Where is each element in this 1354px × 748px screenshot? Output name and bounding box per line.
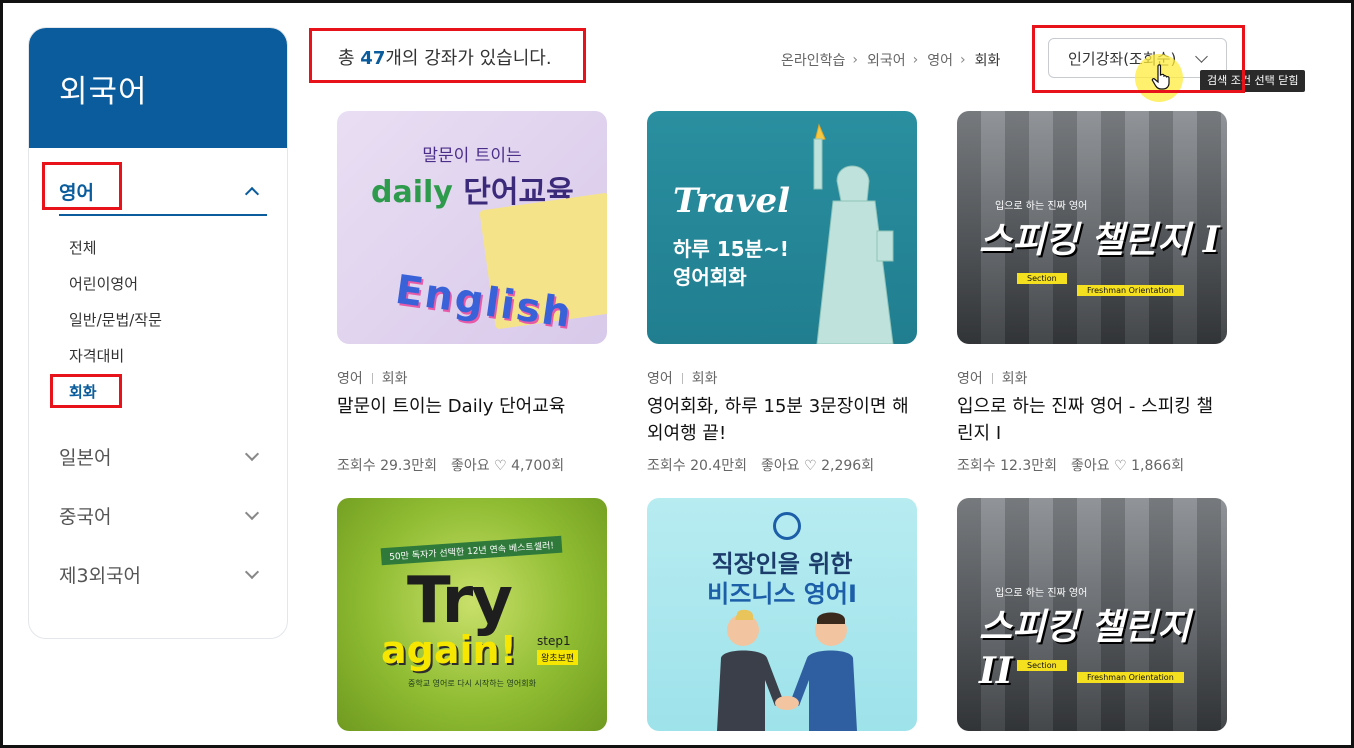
course-title[interactable]: 입으로 하는 진짜 영어 - 스피킹 챌린지 I [957, 393, 1227, 447]
course-thumbnail[interactable]: 50만 독자가 선택한 12년 연속 베스트셀러! Try again! ste… [337, 498, 607, 731]
chevron-right-icon: › [912, 52, 919, 68]
category-third-language-label: 제3외국어 [59, 565, 142, 587]
course-title[interactable]: 말문이 트이는 Daily 단어교육 [337, 393, 607, 447]
view-count: 조회수 20.4만회 [647, 458, 748, 474]
course-count-number: 47 [360, 48, 386, 69]
course-category: 영어 회화 [647, 371, 718, 387]
like-count: 좋아요 ♡ 4,700회 [451, 458, 565, 474]
course-card[interactable]: Travel 하루 15분~! 영어회화 영어 회화 영어회화, 하루 15분 3… [647, 111, 917, 475]
subcategory-kids[interactable]: 어린이영어 [69, 270, 269, 306]
course-category: 영어 회화 [957, 371, 1028, 387]
breadcrumb-item[interactable]: 영어 [927, 50, 953, 70]
course-category: 영어 회화 [337, 371, 408, 387]
course-count: 총 47개의 강좌가 있습니다. [338, 48, 552, 69]
subcategory-conversation[interactable]: 회화 [69, 378, 269, 414]
subcategory-all[interactable]: 전체 [69, 234, 269, 270]
subcategory-certification[interactable]: 자격대비 [69, 342, 269, 378]
globe-icon [773, 512, 801, 540]
course-card[interactable]: 50만 독자가 선택한 12년 연속 베스트셀러! Try again! ste… [337, 498, 607, 731]
course-card[interactable]: 입으로 하는 진짜 영어 스피킹 챌린지 II Section Freshman… [957, 498, 1227, 731]
chevron-down-icon [1195, 50, 1208, 63]
other-category-list: 일본어 중국어 제3외국어 [59, 427, 267, 604]
course-thumbnail[interactable]: 입으로 하는 진짜 영어 스피킹 챌린지 I Section Freshman … [957, 111, 1227, 344]
course-stats: 조회수 12.3만회 좋아요 ♡ 1,866회 [957, 455, 1227, 475]
chevron-down-icon [244, 446, 260, 461]
handshake-illustration [707, 608, 867, 731]
course-stats: 조회수 20.4만회 좋아요 ♡ 2,296회 [647, 455, 917, 475]
category-third-language[interactable]: 제3외국어 [59, 545, 267, 604]
category-sidebar: 외국어 영어 전체 어린이영어 일반/문법/작문 자격대비 회화 일본어 중국어… [28, 27, 288, 639]
course-thumbnail[interactable]: 직장인을 위한 비즈니스 영어I [647, 498, 917, 731]
category-chinese[interactable]: 중국어 [59, 486, 267, 545]
course-card[interactable]: 직장인을 위한 비즈니스 영어I [647, 498, 917, 731]
chevron-right-icon: › [852, 52, 859, 68]
breadcrumb-item: 회화 [974, 53, 1001, 69]
category-chinese-label: 중국어 [59, 506, 112, 528]
category-japanese-label: 일본어 [59, 447, 112, 469]
course-stats: 조회수 29.3만회 좋아요 ♡ 4,700회 [337, 455, 607, 475]
course-card[interactable]: 말문이 트이는 daily 단어교육 English 영어 회화 말문이 트이는 … [337, 111, 607, 475]
breadcrumb: 온라인학습 › 외국어 › 영어 › 회화 [781, 50, 1000, 70]
like-count: 좋아요 ♡ 2,296회 [761, 458, 875, 474]
view-count: 조회수 29.3만회 [337, 458, 438, 474]
like-count: 좋아요 ♡ 1,866회 [1071, 458, 1185, 474]
course-thumbnail[interactable]: 입으로 하는 진짜 영어 스피킹 챌린지 II Section Freshman… [957, 498, 1227, 731]
sidebar-title: 외국어 [29, 28, 287, 148]
statue-of-liberty-illustration [797, 121, 917, 344]
category-english-label: 영어 [59, 181, 94, 204]
category-english[interactable]: 영어 [59, 168, 267, 216]
category-japanese[interactable]: 일본어 [59, 427, 267, 486]
course-title[interactable]: 영어회화, 하루 15분 3문장이면 해외여행 끝! [647, 393, 917, 447]
english-subcategory-list: 전체 어린이영어 일반/문법/작문 자격대비 회화 [69, 234, 269, 414]
chevron-down-icon [244, 564, 260, 579]
hand-cursor-icon [1151, 64, 1173, 96]
subcategory-grammar[interactable]: 일반/문법/작문 [69, 306, 269, 342]
sort-tooltip: 검색 조건 선택 닫힘 [1200, 70, 1306, 92]
course-card[interactable]: 입으로 하는 진짜 영어 스피킹 챌린지 I Section Freshman … [957, 111, 1227, 475]
breadcrumb-item[interactable]: 외국어 [867, 50, 906, 70]
breadcrumb-item[interactable]: 온라인학습 [781, 50, 845, 70]
course-thumbnail[interactable]: 말문이 트이는 daily 단어교육 English [337, 111, 607, 344]
chevron-down-icon [244, 505, 260, 520]
chevron-up-icon [244, 186, 260, 202]
chevron-right-icon: › [960, 52, 966, 68]
view-count: 조회수 12.3만회 [957, 458, 1058, 474]
course-thumbnail[interactable]: Travel 하루 15분~! 영어회화 [647, 111, 917, 344]
